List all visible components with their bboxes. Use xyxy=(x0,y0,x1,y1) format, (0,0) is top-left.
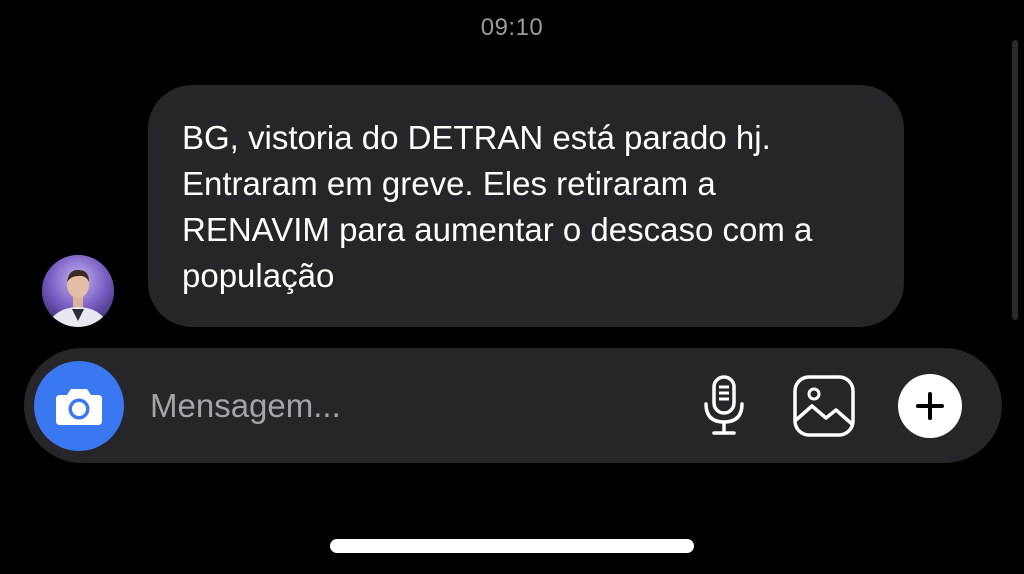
home-indicator[interactable] xyxy=(330,539,694,553)
camera-button[interactable] xyxy=(34,361,124,451)
scroll-indicator[interactable] xyxy=(1012,40,1018,320)
avatar[interactable] xyxy=(42,255,114,327)
chat-screen: 09:10 BG, vistoria do DETRAN está parado… xyxy=(0,0,1024,574)
camera-icon xyxy=(56,389,102,425)
message-text: BG, vistoria do DETRAN está parado hj. E… xyxy=(182,119,813,294)
message-input[interactable] xyxy=(148,378,672,434)
message-row: BG, vistoria do DETRAN está parado hj. E… xyxy=(42,85,912,327)
image-icon xyxy=(793,375,855,437)
microphone-button[interactable] xyxy=(692,374,756,438)
add-button[interactable] xyxy=(898,374,962,438)
profile-photo xyxy=(42,255,114,327)
message-bubble[interactable]: BG, vistoria do DETRAN está parado hj. E… xyxy=(148,85,904,327)
microphone-icon xyxy=(704,375,744,435)
gallery-button[interactable] xyxy=(792,374,856,438)
plus-icon xyxy=(916,392,944,420)
message-timestamp: 09:10 xyxy=(480,14,544,41)
message-composer xyxy=(24,348,1002,463)
